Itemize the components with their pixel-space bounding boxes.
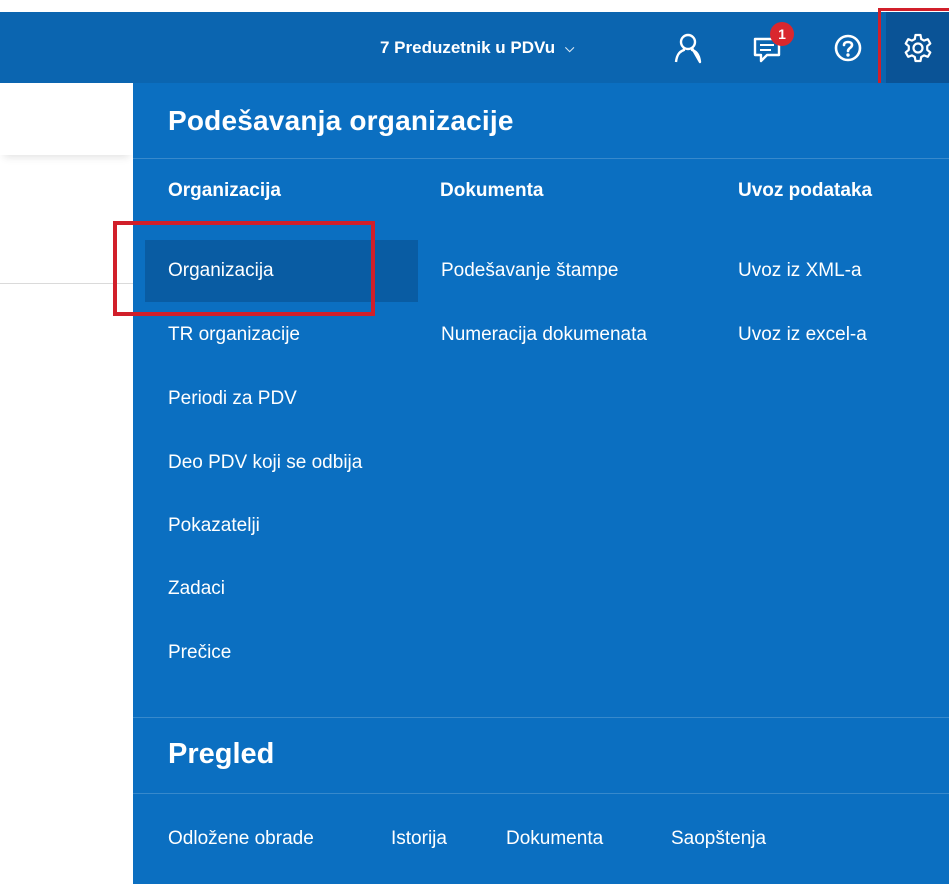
notifications-button[interactable]: 1 bbox=[748, 22, 794, 70]
pregled-title: Pregled bbox=[168, 738, 275, 770]
organization-switcher[interactable]: 7 Preduzetnik u PDVu ⌵ bbox=[380, 26, 574, 70]
panel-title: Podešavanja organizacije bbox=[168, 105, 514, 136]
top-bar: 7 Preduzetnik u PDVu ⌵ 1 bbox=[0, 12, 949, 83]
column-heading-dokumenta: Dokumenta bbox=[440, 180, 544, 201]
menu-item-periodi-za-pdv[interactable]: Periodi za PDV bbox=[168, 368, 297, 430]
menu-item-uvoz-excel[interactable]: Uvoz iz excel-a bbox=[738, 304, 867, 366]
settings-dropdown-panel: Podešavanja organizacije Organizacija Or… bbox=[133, 83, 949, 884]
settings-highlight-box bbox=[878, 8, 949, 88]
divider bbox=[133, 158, 949, 159]
link-odlozene-obrade[interactable]: Odložene obrade bbox=[168, 828, 314, 850]
link-istorija[interactable]: Istorija bbox=[391, 828, 447, 850]
divider bbox=[133, 793, 949, 794]
menu-item-numeracija-dokumenata[interactable]: Numeracija dokumenata bbox=[441, 304, 647, 366]
user-profile-button[interactable] bbox=[668, 26, 708, 70]
menu-item-pokazatelji[interactable]: Pokazatelji bbox=[168, 495, 260, 557]
divider bbox=[133, 717, 949, 718]
link-saopstenja[interactable]: Saopštenja bbox=[671, 828, 766, 850]
column-heading-uvoz-podataka: Uvoz podataka bbox=[738, 180, 873, 201]
page-header-strip bbox=[0, 83, 133, 155]
menu-item-uvoz-xml[interactable]: Uvoz iz XML-a bbox=[738, 240, 862, 302]
help-icon bbox=[834, 34, 862, 62]
organizacija-highlight-box bbox=[113, 221, 375, 316]
column-heading-organizacija: Organizacija bbox=[168, 180, 281, 201]
link-dokumenta[interactable]: Dokumenta bbox=[506, 828, 603, 850]
chevron-down-icon: ⌵ bbox=[565, 40, 575, 55]
menu-item-podesavanje-stampe[interactable]: Podešavanje štampe bbox=[441, 240, 618, 302]
user-icon bbox=[674, 33, 702, 64]
help-button[interactable] bbox=[828, 26, 868, 70]
notification-badge: 1 bbox=[770, 22, 794, 46]
menu-item-precice[interactable]: Prečice bbox=[168, 622, 231, 684]
page-top-margin bbox=[0, 0, 949, 12]
organization-name: 7 Preduzetnik u PDVu bbox=[380, 38, 556, 57]
menu-item-deo-pdv[interactable]: Deo PDV koji se odbija bbox=[168, 432, 362, 494]
menu-item-zadaci[interactable]: Zadaci bbox=[168, 558, 225, 620]
